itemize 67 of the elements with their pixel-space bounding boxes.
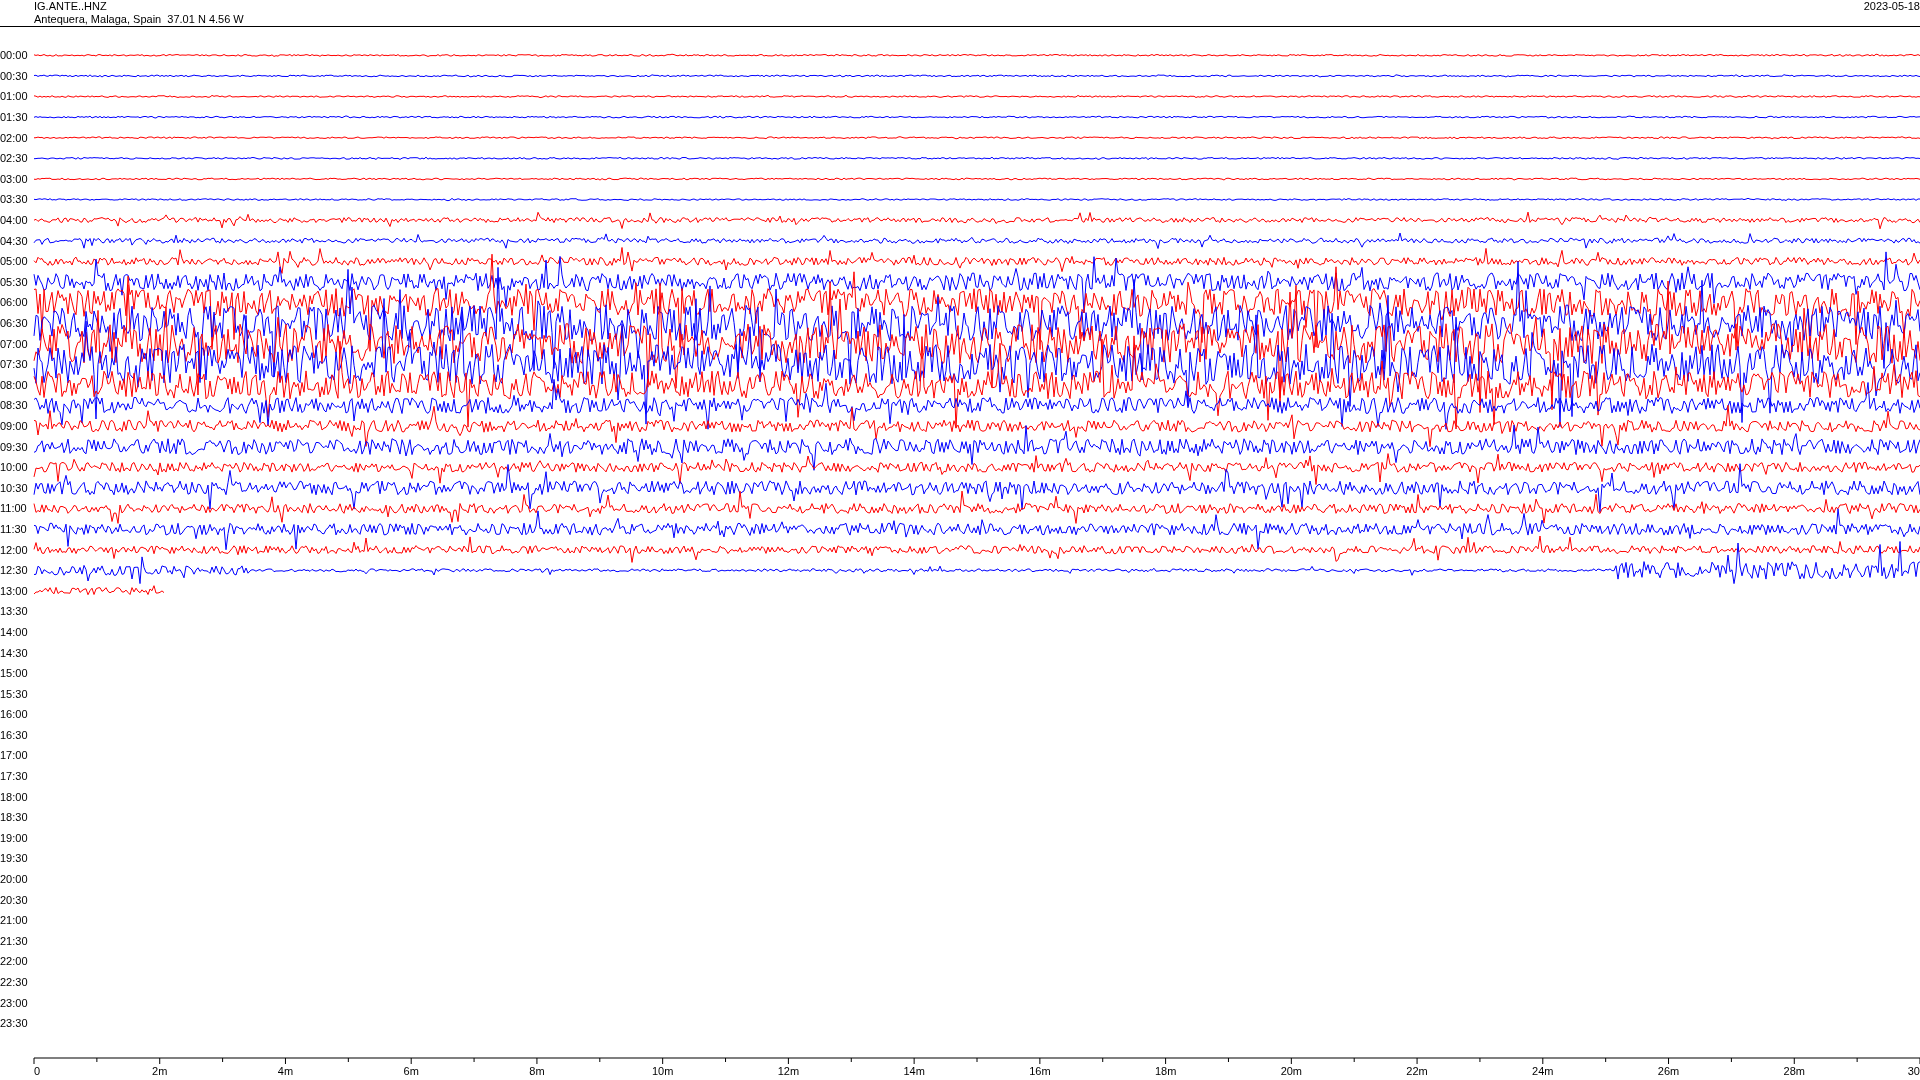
time-label: 09:00 [0,420,28,432]
time-label: 01:30 [0,111,28,124]
time-label: 06:30 [0,317,28,329]
axis-label: 14m [903,1064,925,1077]
time-label: 00:00 [0,49,28,62]
time-label: 20:30 [0,893,28,906]
time-label: 05:00 [0,255,28,268]
time-label: 17:00 [0,749,28,762]
axis-label: 6m [403,1064,419,1077]
axis-label: 22m [1406,1064,1428,1077]
time-label: 22:00 [0,955,28,968]
axis-label: 20m [1280,1064,1303,1077]
time-label: 14:30 [0,646,28,659]
time-label: 06:00 [0,296,28,309]
axis-label: 30 [1907,1064,1920,1077]
axis-label: 8m [529,1064,545,1077]
plot-date: 2023-05-18 [1863,0,1920,14]
axis-label: 2m [152,1064,168,1077]
axis-label: 18m [1154,1064,1177,1077]
time-label: 08:30 [0,399,28,412]
time-label: 16:30 [0,728,28,741]
time-label: 04:30 [0,234,28,247]
time-label: 00:30 [0,69,28,82]
time-label: 13:30 [0,605,28,618]
time-label: 01:00 [0,90,28,103]
axis-label: 0 [34,1064,41,1077]
time-label: 16:00 [0,708,28,721]
time-label: 15:00 [0,667,28,680]
time-label: 15:30 [0,687,28,700]
time-label: 10:30 [0,481,28,494]
time-label: 19:00 [0,831,28,844]
time-label: 08:00 [0,378,28,391]
time-label: 10:00 [0,461,28,474]
axis-label: 16m [1029,1064,1051,1077]
time-label: 02:30 [0,152,28,165]
time-label: 03:00 [0,172,28,185]
station-location: Antequera, Malaga, Spain 37.01 N 4.56 W [34,13,244,26]
time-label: 09:30 [0,440,28,453]
time-label: 02:00 [0,131,28,144]
time-label: 21:30 [0,934,28,947]
time-label: 11:30 [0,522,27,535]
time-label: 03:30 [0,193,28,206]
time-label: 20:00 [0,873,28,886]
axis-label: 28m [1783,1064,1805,1077]
time-label: 17:30 [0,770,28,783]
time-label: 12:30 [0,564,28,577]
axis-label: 4m [277,1064,294,1077]
time-label: 19:30 [0,852,28,865]
time-label: 23:00 [0,996,28,1009]
time-label: 13:00 [0,584,28,597]
axis-label: 12m [777,1064,800,1077]
time-label: 05:30 [0,275,28,288]
time-label: 18:30 [0,811,28,824]
time-label: 07:00 [0,337,28,350]
station-code: IG.ANTE..HNZ [34,0,108,13]
axis-label: 10m [651,1064,674,1077]
time-label: 23:30 [0,1017,28,1030]
axis-label: 24m [1532,1064,1554,1077]
time-label: 07:30 [0,358,28,371]
time-label: 18:00 [0,790,28,803]
time-label: 22:30 [0,976,28,988]
axis-label: 26m [1657,1064,1680,1077]
time-label: 21:00 [0,914,28,927]
time-label: 11:00 [0,502,27,515]
time-label: 04:00 [0,214,28,227]
time-label: 12:00 [0,543,28,556]
time-label: 14:00 [0,625,28,638]
